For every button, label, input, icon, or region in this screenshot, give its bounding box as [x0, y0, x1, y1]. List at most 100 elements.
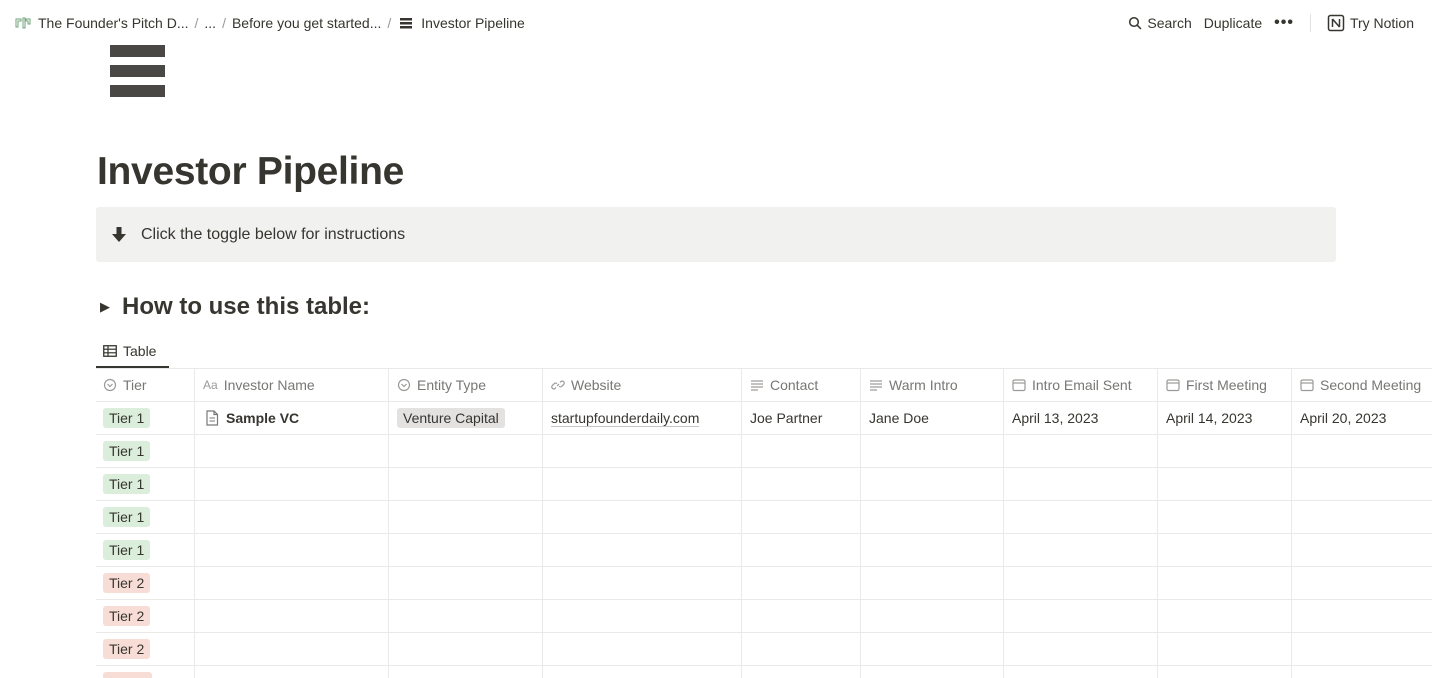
first-meeting-cell[interactable] — [1158, 567, 1292, 599]
contact-cell[interactable] — [742, 633, 861, 665]
entity-type-cell[interactable] — [389, 468, 543, 500]
warm-intro-cell[interactable] — [861, 468, 1004, 500]
breadcrumb-item-workspace[interactable]: The Founder's Pitch D... — [14, 15, 189, 31]
second-meeting-cell[interactable] — [1292, 567, 1432, 599]
toggle-heading[interactable]: ▶ How to use this table: — [100, 293, 370, 321]
table-row[interactable] — [96, 666, 1432, 678]
second-meeting-cell[interactable] — [1292, 600, 1432, 632]
tier-cell[interactable]: Tier 1 — [96, 402, 195, 434]
intro-email-cell[interactable] — [1004, 468, 1158, 500]
table-row[interactable]: Tier 1 — [96, 534, 1432, 567]
first-meeting-cell[interactable] — [1158, 501, 1292, 533]
table-row[interactable]: Tier 1 Sample VC Venture Capital startup… — [96, 402, 1432, 435]
tier-cell[interactable]: Tier 2 — [96, 600, 195, 632]
first-meeting-cell[interactable] — [1158, 468, 1292, 500]
try-notion-button[interactable]: Try Notion — [1321, 10, 1420, 36]
second-meeting-cell[interactable] — [1292, 468, 1432, 500]
warm-intro-cell[interactable] — [861, 666, 1004, 678]
tab-table-view[interactable]: Table — [96, 336, 169, 368]
first-meeting-cell[interactable] — [1158, 534, 1292, 566]
website-link[interactable]: startupfounderdaily.com — [551, 410, 700, 427]
second-meeting-cell[interactable] — [1292, 435, 1432, 467]
warm-intro-cell[interactable] — [861, 600, 1004, 632]
website-cell[interactable]: startupfounderdaily.com — [543, 402, 742, 434]
investor-name-cell[interactable] — [195, 435, 389, 467]
breadcrumb-item-current[interactable]: Investor Pipeline — [397, 15, 525, 31]
entity-type-cell[interactable] — [389, 600, 543, 632]
entity-type-cell[interactable]: Venture Capital — [389, 402, 543, 434]
page-hamburger-icon[interactable] — [110, 45, 165, 97]
tier-cell[interactable]: Tier 1 — [96, 468, 195, 500]
contact-cell[interactable] — [742, 567, 861, 599]
entity-type-cell[interactable] — [389, 435, 543, 467]
first-meeting-cell[interactable] — [1158, 435, 1292, 467]
warm-intro-cell[interactable] — [861, 435, 1004, 467]
duplicate-button[interactable]: Duplicate — [1198, 11, 1268, 35]
toggle-triangle-icon[interactable]: ▶ — [100, 299, 110, 315]
entity-type-cell[interactable] — [389, 567, 543, 599]
website-cell[interactable] — [543, 567, 742, 599]
table-row[interactable]: Tier 2 — [96, 600, 1432, 633]
investor-name-cell[interactable] — [195, 666, 389, 678]
website-cell[interactable] — [543, 435, 742, 467]
investor-name-cell[interactable] — [195, 567, 389, 599]
investor-name-cell[interactable] — [195, 468, 389, 500]
investor-name-cell[interactable] — [195, 600, 389, 632]
second-meeting-cell[interactable] — [1292, 666, 1432, 678]
first-meeting-cell[interactable]: April 14, 2023 — [1158, 402, 1292, 434]
second-meeting-cell[interactable] — [1292, 534, 1432, 566]
intro-email-cell[interactable] — [1004, 600, 1158, 632]
intro-email-cell[interactable] — [1004, 567, 1158, 599]
contact-cell[interactable] — [742, 468, 861, 500]
second-meeting-cell[interactable] — [1292, 501, 1432, 533]
table-row[interactable]: Tier 2 — [96, 567, 1432, 600]
tier-cell[interactable]: Tier 1 — [96, 501, 195, 533]
warm-intro-cell[interactable]: Jane Doe — [861, 402, 1004, 434]
intro-email-cell[interactable]: April 13, 2023 — [1004, 402, 1158, 434]
second-meeting-cell[interactable] — [1292, 633, 1432, 665]
more-options-icon[interactable]: ••• — [1268, 10, 1300, 36]
warm-intro-cell[interactable] — [861, 534, 1004, 566]
entity-type-cell[interactable] — [389, 501, 543, 533]
website-cell[interactable] — [543, 666, 742, 678]
breadcrumb-item-before-started[interactable]: Before you get started... — [232, 15, 381, 31]
column-header-website[interactable]: Website — [543, 369, 742, 401]
first-meeting-cell[interactable] — [1158, 600, 1292, 632]
table-row[interactable]: Tier 1 — [96, 468, 1432, 501]
intro-email-cell[interactable] — [1004, 633, 1158, 665]
intro-email-cell[interactable] — [1004, 666, 1158, 678]
website-cell[interactable] — [543, 534, 742, 566]
website-cell[interactable] — [543, 633, 742, 665]
investor-name-cell[interactable] — [195, 501, 389, 533]
tier-cell[interactable]: Tier 1 — [96, 435, 195, 467]
investor-name-cell[interactable] — [195, 633, 389, 665]
column-header-warm-intro[interactable]: Warm Intro — [861, 369, 1004, 401]
intro-email-cell[interactable] — [1004, 501, 1158, 533]
column-header-investor-name[interactable]: Aa Investor Name — [195, 369, 389, 401]
first-meeting-cell[interactable] — [1158, 666, 1292, 678]
tier-cell[interactable] — [96, 666, 195, 678]
table-row[interactable]: Tier 1 — [96, 435, 1432, 468]
second-meeting-cell[interactable]: April 20, 2023 — [1292, 402, 1432, 434]
column-header-first-meeting[interactable]: First Meeting — [1158, 369, 1292, 401]
page-title[interactable]: Investor Pipeline — [97, 150, 404, 194]
intro-email-cell[interactable] — [1004, 534, 1158, 566]
column-header-contact[interactable]: Contact — [742, 369, 861, 401]
contact-cell[interactable] — [742, 435, 861, 467]
tier-cell[interactable]: Tier 2 — [96, 567, 195, 599]
website-cell[interactable] — [543, 600, 742, 632]
investor-name-cell[interactable] — [195, 534, 389, 566]
search-button[interactable]: Search — [1122, 11, 1197, 35]
entity-type-cell[interactable] — [389, 666, 543, 678]
tier-cell[interactable]: Tier 2 — [96, 633, 195, 665]
table-row[interactable]: Tier 2 — [96, 633, 1432, 666]
table-row[interactable]: Tier 1 — [96, 501, 1432, 534]
column-header-entity-type[interactable]: Entity Type — [389, 369, 543, 401]
contact-cell[interactable] — [742, 534, 861, 566]
first-meeting-cell[interactable] — [1158, 633, 1292, 665]
website-cell[interactable] — [543, 468, 742, 500]
entity-type-cell[interactable] — [389, 633, 543, 665]
entity-type-cell[interactable] — [389, 534, 543, 566]
contact-cell[interactable] — [742, 600, 861, 632]
website-cell[interactable] — [543, 501, 742, 533]
